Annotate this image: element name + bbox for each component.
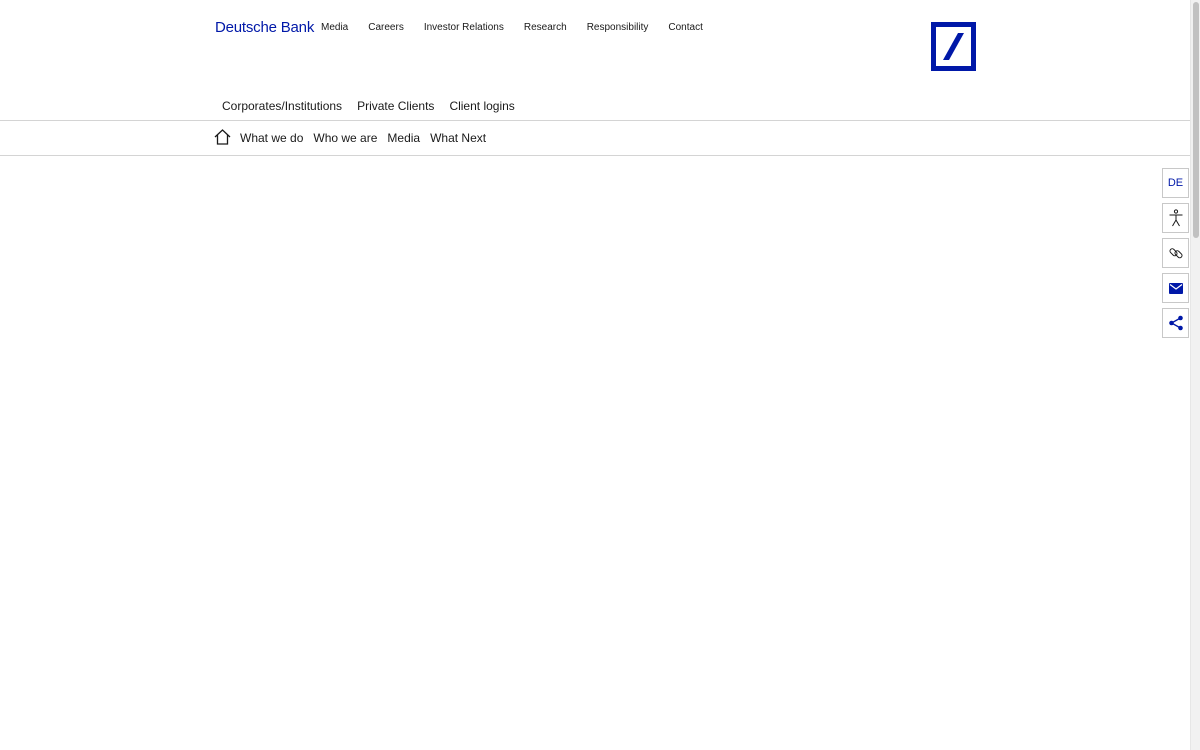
brand-link[interactable]: Deutsche Bank	[215, 19, 314, 36]
accessibility-button[interactable]	[1162, 203, 1189, 233]
top-nav-media[interactable]: Media	[321, 22, 348, 33]
main-nav-what-we-do[interactable]: What we do	[240, 131, 303, 145]
home-icon[interactable]	[214, 129, 231, 145]
segment-corporates-institutions[interactable]: Corporates/Institutions	[222, 99, 342, 113]
side-toolbar: DE	[1162, 168, 1189, 343]
top-nav-responsibility[interactable]: Responsibility	[587, 22, 649, 33]
segment-private-clients[interactable]: Private Clients	[357, 99, 434, 113]
top-nav-investor-relations[interactable]: Investor Relations	[424, 22, 504, 33]
mail-icon	[1168, 282, 1183, 294]
top-nav-contact[interactable]: Contact	[668, 22, 702, 33]
page: Deutsche Bank Media Careers Investor Rel…	[0, 0, 1200, 750]
share-icon	[1168, 315, 1183, 331]
top-nav: Media Careers Investor Relations Researc…	[321, 22, 723, 33]
copy-link-button[interactable]	[1162, 238, 1189, 268]
page-scrollbar[interactable]	[1190, 0, 1200, 750]
segment-nav: Corporates/Institutions Private Clients …	[222, 99, 530, 113]
top-nav-research[interactable]: Research	[524, 22, 567, 33]
share-button[interactable]	[1162, 308, 1189, 338]
language-switch-button[interactable]: DE	[1162, 168, 1189, 198]
main-nav: What we do Who we are Media What Next	[240, 131, 496, 145]
main-nav-media[interactable]: Media	[387, 131, 420, 145]
accessibility-icon	[1169, 209, 1182, 227]
main-nav-who-we-are[interactable]: Who we are	[313, 131, 377, 145]
main-nav-what-next[interactable]: What Next	[430, 131, 486, 145]
header-divider	[0, 120, 1190, 121]
scrollbar-thumb[interactable]	[1193, 2, 1199, 238]
language-label: DE	[1167, 177, 1184, 189]
link-icon	[1168, 248, 1183, 259]
nav-divider	[0, 155, 1190, 156]
deutsche-bank-logo-icon[interactable]	[931, 22, 976, 71]
segment-client-logins[interactable]: Client logins	[449, 99, 514, 113]
email-button[interactable]	[1162, 273, 1189, 303]
top-nav-careers[interactable]: Careers	[368, 22, 404, 33]
